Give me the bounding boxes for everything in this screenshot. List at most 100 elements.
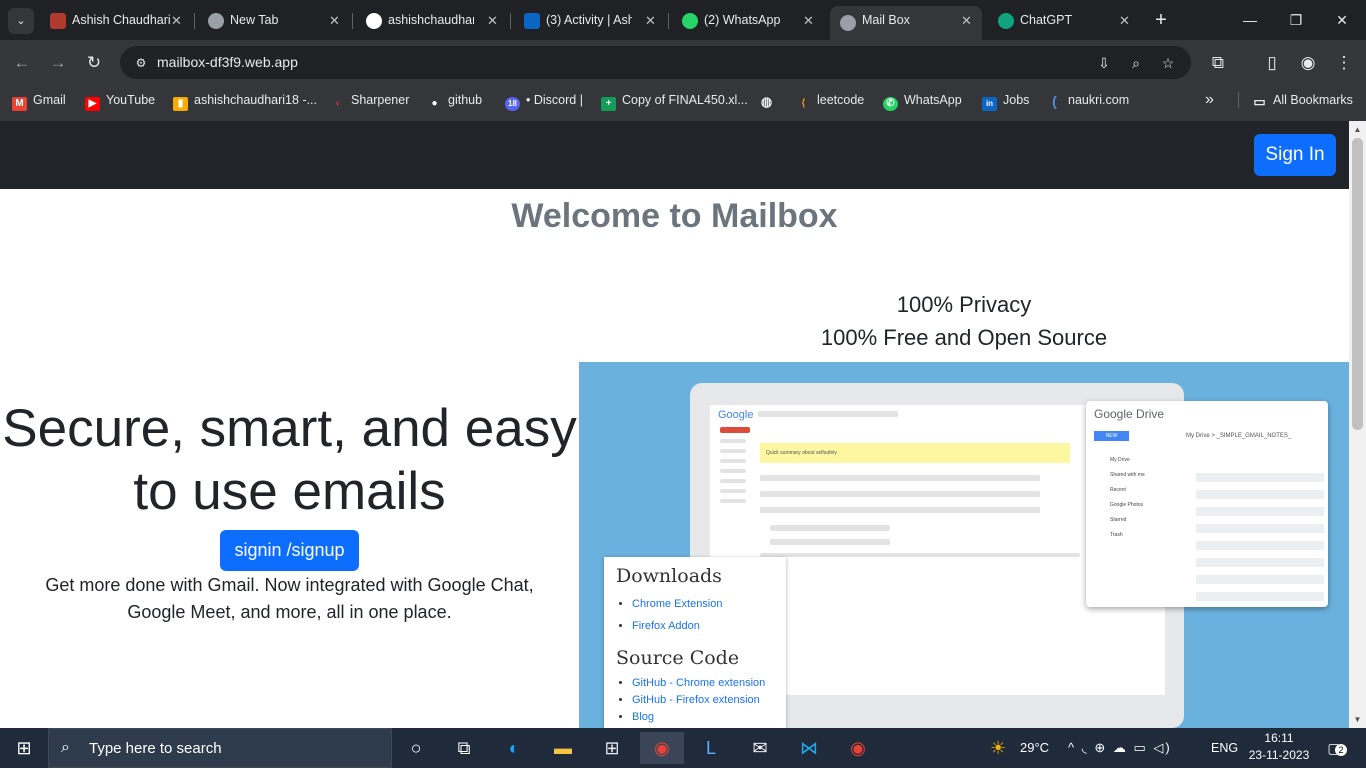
bookmark-gmail[interactable]: M Gmail — [12, 86, 66, 114]
sign-in-button[interactable]: Sign In — [1254, 134, 1336, 176]
new-tab-button[interactable]: + — [1150, 7, 1172, 33]
weather-icon[interactable]: ☀ — [990, 728, 1006, 768]
file-explorer-icon[interactable]: ▬ — [541, 732, 585, 764]
close-window-icon[interactable]: ✕ — [1322, 8, 1362, 32]
bookmark-sharpener[interactable]: ‹ Sharpener — [330, 86, 410, 114]
close-tab-icon[interactable]: ✕ — [1119, 6, 1130, 35]
bookmark-github[interactable]: ● github — [427, 86, 482, 114]
tab-github[interactable]: ashishchaudhari ✕ — [356, 6, 506, 35]
clock[interactable]: 16:11 23-11-2023 — [1246, 730, 1312, 764]
tab-search-button[interactable]: ⌄ — [8, 8, 34, 34]
task-view-icon[interactable]: ⧉ — [442, 732, 486, 764]
profile-avatar-icon[interactable]: ◉ — [1296, 51, 1320, 75]
drive-new-button: NEW — [1094, 431, 1129, 441]
store-icon[interactable]: ⊞ — [590, 732, 634, 764]
bookmark-jobs[interactable]: in Jobs — [982, 86, 1029, 114]
bookmark-star-icon[interactable]: ☆ — [1158, 53, 1178, 73]
signin-signup-button[interactable]: signin /signup — [220, 530, 359, 571]
temperature[interactable]: 29°C — [1020, 728, 1049, 768]
tab-chatgpt[interactable]: ChatGPT ✕ — [988, 6, 1138, 35]
address-bar[interactable]: ⚙ mailbox-df3f9.web.app ⇩ ⌕ ☆ — [120, 46, 1191, 79]
clock-time: 16:11 — [1264, 731, 1294, 745]
drive-nav-item: Google Photos — [1110, 502, 1144, 508]
back-icon[interactable]: ← — [10, 51, 34, 75]
bookmark-naukri[interactable]: (naukri.com — [1047, 86, 1129, 114]
notification-count-badge: 2 — [1335, 744, 1347, 756]
cortana-icon[interactable]: ○ — [394, 732, 438, 764]
globe-icon — [840, 15, 856, 31]
bookmark-sheets[interactable]: + Copy of FINAL450.xl... — [601, 86, 748, 114]
language-indicator[interactable]: ENG — [1211, 728, 1238, 768]
extensions-icon[interactable]: ⧉ — [1206, 51, 1230, 75]
system-tray-icons[interactable]: ^ ◟ ⊕ ☁ ▭ ◁) — [1068, 728, 1172, 768]
search-icon: ⌕ — [61, 739, 70, 756]
close-tab-icon[interactable]: ✕ — [171, 6, 182, 35]
minimize-icon[interactable]: — — [1230, 8, 1270, 32]
page-viewport: Sign In Welcome to Mailbox 100% Privacy … — [0, 121, 1349, 728]
close-tab-icon[interactable]: ✕ — [645, 6, 656, 35]
bookmark-leetcode[interactable]: ⟨ leetcode — [796, 86, 865, 114]
bookmark-discord[interactable]: 18 • Discord | — [505, 86, 583, 114]
addon-card: Downloads Chrome Extension Firefox Addon… — [604, 557, 786, 728]
lens-icon[interactable]: L — [689, 732, 733, 764]
windows-start-icon[interactable]: ⊞ — [0, 728, 48, 768]
drive-nav-item: Starred — [1110, 517, 1127, 523]
bookmark-whatsapp[interactable]: ✆ WhatsApp — [883, 86, 962, 114]
chrome-menu-icon[interactable]: ⋮ — [1332, 51, 1356, 75]
tab-linkedin[interactable]: (3) Activity | Ashi ✕ — [514, 6, 664, 35]
drive-path: My Drive > _SIMPLE_GMAIL_NOTES_ — [1186, 433, 1292, 439]
tab-mail-box[interactable]: Mail Box ✕ — [830, 6, 982, 40]
list-item: Blog — [632, 709, 774, 726]
tab-new-tab[interactable]: New Tab ✕ — [198, 6, 348, 35]
side-panel-icon[interactable]: ▯ — [1260, 51, 1284, 75]
naukri-icon: ( — [1052, 93, 1057, 109]
whatsapp-icon — [682, 13, 698, 29]
bookmarks-overflow-icon[interactable]: » — [1205, 86, 1214, 114]
linkedin-icon: in — [982, 97, 997, 111]
url-text[interactable]: mailbox-df3f9.web.app — [157, 46, 298, 79]
bookmark-youtube[interactable]: ▶ YouTube — [85, 86, 155, 114]
privacy-line: 100% Privacy — [896, 292, 1032, 317]
hero-description: Get more done with Gmail. Now integrated… — [45, 575, 534, 622]
mail-icon[interactable]: ✉ — [738, 732, 782, 764]
zoom-icon[interactable]: ⌕ — [1126, 53, 1146, 73]
maximize-icon[interactable]: ❐ — [1276, 8, 1316, 32]
all-bookmarks-button[interactable]: ▭ All Bookmarks — [1252, 86, 1353, 114]
site-settings-icon[interactable]: ⚙ — [132, 54, 150, 72]
clock-date: 23-11-2023 — [1248, 748, 1310, 762]
chrome-profile-icon[interactable]: ◉ — [836, 732, 880, 764]
close-tab-icon[interactable]: ✕ — [961, 6, 972, 35]
install-app-icon[interactable]: ⇩ — [1094, 53, 1114, 73]
tab-title: New Tab — [230, 13, 279, 27]
vscode-icon[interactable]: ⋈ — [787, 732, 831, 764]
privacy-tagline: 100% Privacy 100% Free and Open Source — [579, 288, 1349, 354]
scroll-down-icon[interactable]: ▼ — [1349, 711, 1366, 728]
chrome-extension-link: Chrome Extension — [632, 598, 723, 610]
downloads-heading: Downloads — [616, 565, 722, 587]
bookmark-analytics[interactable]: ▮ ashishchaudhari18 -... — [173, 86, 317, 114]
hero-illustration: Google Quick summary about selfsafely ⌕ — [579, 362, 1349, 728]
close-tab-icon[interactable]: ✕ — [803, 6, 814, 35]
edge-icon[interactable]: ◐ — [492, 732, 536, 764]
close-tab-icon[interactable]: ✕ — [329, 6, 340, 35]
close-tab-icon[interactable]: ✕ — [487, 6, 498, 35]
app-navbar: Sign In — [0, 121, 1349, 189]
chrome-icon[interactable]: ◉ — [640, 732, 684, 764]
scroll-thumb[interactable] — [1352, 138, 1363, 430]
note-banner: Quick summary about selfsafely — [760, 443, 1070, 463]
scroll-up-icon[interactable]: ▲ — [1349, 121, 1366, 138]
bookmark-globe[interactable]: ◍ — [759, 86, 780, 114]
drive-nav-item: Trash — [1110, 532, 1123, 538]
forward-icon[interactable]: → — [46, 51, 70, 75]
taskbar-search-box[interactable]: ⌕ Type here to search — [48, 728, 392, 768]
page-title: Welcome to Mailbox — [511, 197, 838, 235]
page-scrollbar[interactable]: ▲ ▼ — [1349, 121, 1366, 728]
reload-icon[interactable]: ↻ — [82, 51, 106, 75]
tab-title: ChatGPT — [1020, 13, 1073, 27]
gmail-icon: M — [12, 97, 27, 111]
leetcode-icon: ⟨ — [801, 98, 806, 109]
drive-nav-item: Recent — [1110, 487, 1126, 493]
tab-whatsapp[interactable]: (2) WhatsApp ✕ — [672, 6, 822, 35]
github-firefox-link: GitHub - Firefox extension — [632, 694, 760, 706]
tab-ashish-chaudhari[interactable]: Ashish Chaudhari ✕ — [40, 6, 190, 35]
